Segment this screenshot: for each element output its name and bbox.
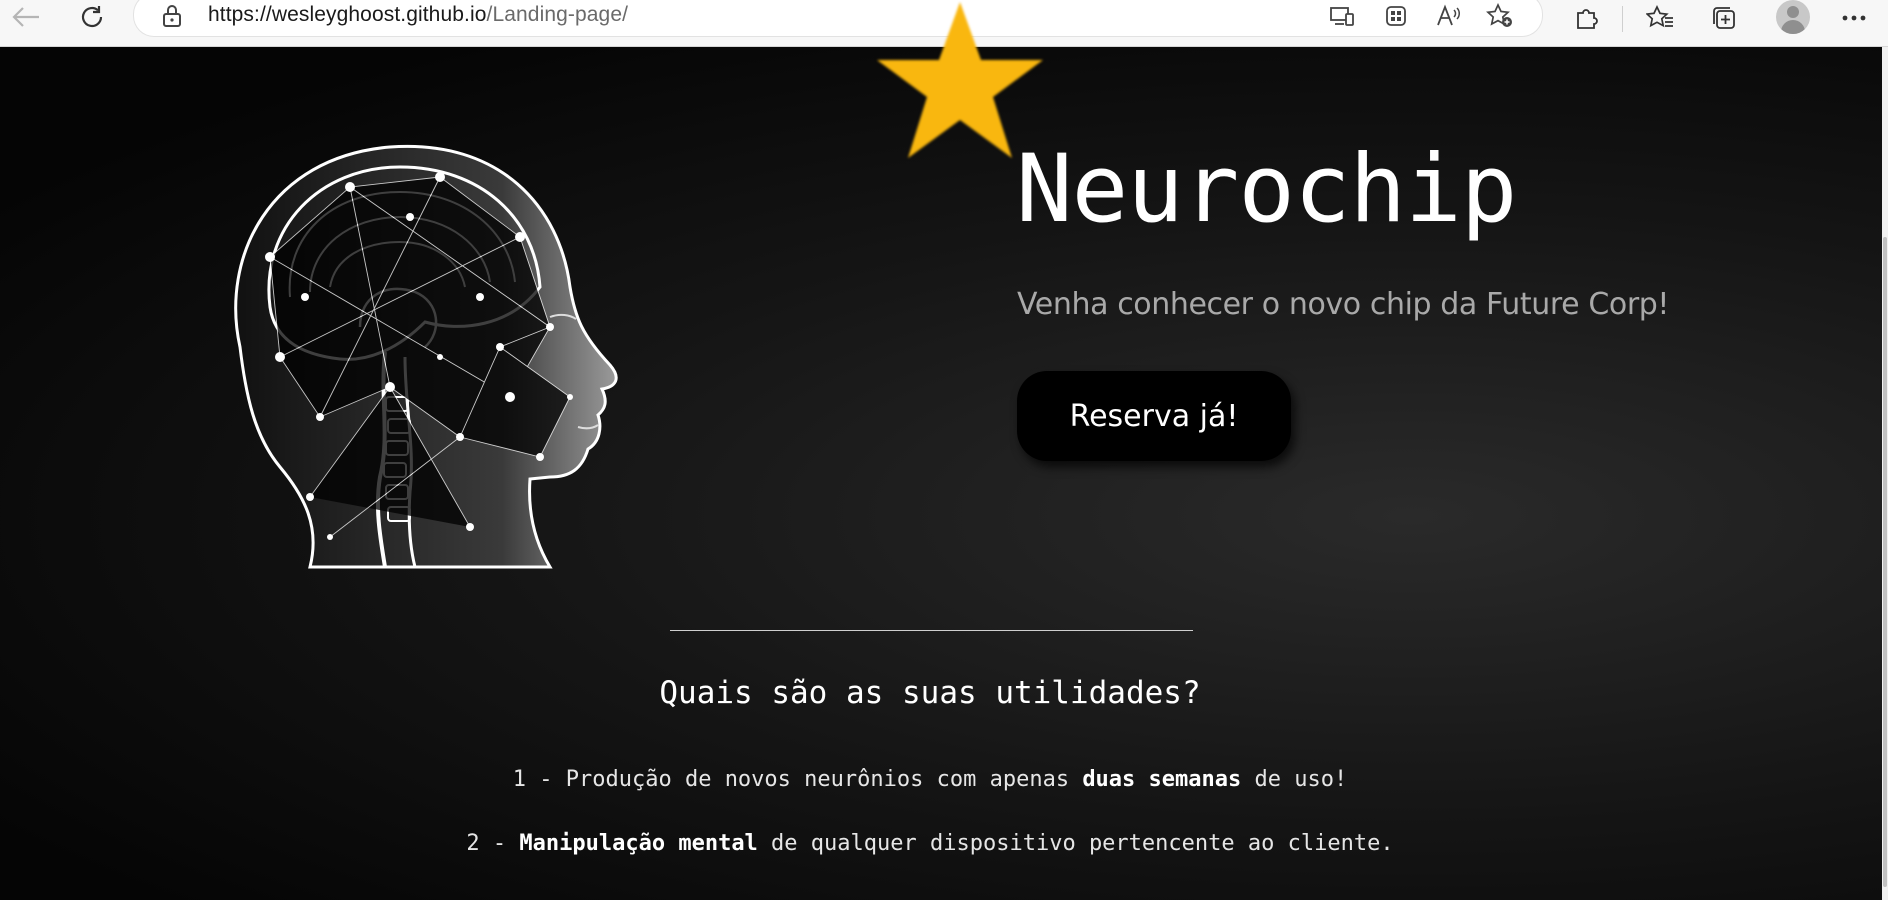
read-aloud-icon[interactable] (1434, 2, 1462, 30)
hero-title: Neurochip (1016, 135, 1517, 244)
feature-highlight: Manipulação mental (519, 831, 758, 856)
collections-icon[interactable] (1708, 2, 1740, 34)
hero-subtitle: Venha conhecer o novo chip da Future Cor… (1017, 287, 1670, 322)
extensions-icon[interactable] (1570, 2, 1602, 34)
refresh-icon[interactable] (72, 0, 112, 34)
lock-icon[interactable] (162, 4, 182, 33)
feature-text: de uso! (1241, 767, 1348, 792)
favorites-icon[interactable] (1644, 2, 1676, 34)
back-icon[interactable] (6, 0, 46, 34)
feature-text: de qualquer dispositivo pertencente ao c… (757, 831, 1394, 856)
favorite-add-icon[interactable] (1486, 2, 1514, 30)
feature-text: 1 - Produção de novos neurônios com apen… (512, 767, 1083, 792)
url-text[interactable]: https://wesleyghoost.github.io/Landing-p… (208, 3, 628, 27)
landing-page: Neurochip Venha conhecer o novo chip da … (0, 2, 1882, 900)
toolbar-divider (1622, 6, 1623, 32)
section-title: Quais são as suas utilidades? (659, 675, 1201, 711)
reserve-button[interactable]: Reserva já! (1017, 371, 1291, 461)
feature-item: 1 - Produção de novos neurônios com apen… (0, 767, 1860, 792)
feature-highlight: duas semanas (1082, 767, 1242, 792)
scrollbar-thumb[interactable] (1883, 237, 1887, 887)
page-scrollbar[interactable] (1882, 47, 1888, 900)
profile-avatar[interactable] (1776, 0, 1810, 34)
brain-head-illustration (210, 97, 640, 577)
more-icon[interactable] (1838, 2, 1870, 34)
section-divider (670, 630, 1193, 631)
app-available-icon[interactable] (1328, 2, 1356, 30)
address-bar[interactable]: https://wesleyghoost.github.io/Landing-p… (134, 0, 1542, 36)
feature-item: 2 - Manipulação mental de qualquer dispo… (0, 831, 1860, 856)
grid-icon[interactable] (1382, 2, 1410, 30)
feature-text: 2 - (466, 831, 520, 856)
